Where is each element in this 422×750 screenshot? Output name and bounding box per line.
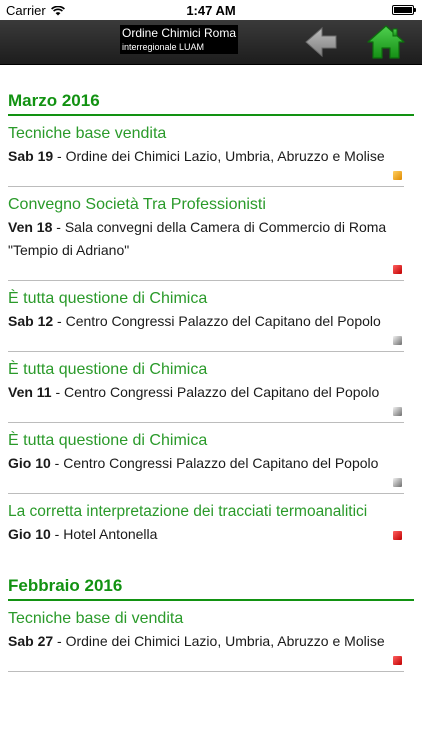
status-time: 1:47 AM — [186, 3, 236, 18]
event-title: Convegno Società Tra Professionisti — [8, 196, 266, 213]
event-title: È tutta questione di Chimica — [8, 432, 208, 449]
event-detail: Gio 10 - Hotel Antonella — [8, 526, 158, 542]
event-detail: Sab 27 - Ordine dei Chimici Lazio, Umbri… — [8, 633, 385, 649]
home-icon — [367, 25, 405, 59]
back-button[interactable] — [302, 25, 342, 59]
month-header: Febbraio 2016 — [8, 576, 414, 601]
event-item[interactable]: La corretta interpretazione dei tracciat… — [8, 494, 404, 552]
event-title: È tutta questione di Chimica — [8, 290, 208, 307]
event-day: Gio 10 — [8, 455, 51, 471]
event-item[interactable]: Tecniche base di vendita Sab 27 - Ordine… — [8, 601, 404, 672]
event-place: Centro Congressi Palazzo del Capitano de… — [64, 384, 380, 400]
event-day: Sab 19 — [8, 148, 54, 164]
event-day: Sab 12 — [8, 313, 54, 329]
event-place: Centro Congressi Palazzo del Capitano de… — [63, 455, 379, 471]
event-detail: Ven 18 - Sala convegni della Camera di C… — [8, 219, 387, 258]
events-list: Marzo 2016 Tecniche base vendita Sab 19 … — [0, 65, 422, 750]
status-indicator-icon — [393, 171, 402, 180]
event-place: Ordine dei Chimici Lazio, Umbria, Abruzz… — [65, 148, 385, 164]
event-item[interactable]: Tecniche base vendita Sab 19 - Ordine de… — [8, 116, 404, 187]
event-title: Tecniche base vendita — [8, 125, 167, 142]
event-day: Gio 10 — [8, 526, 51, 542]
event-place: Hotel Antonella — [63, 526, 158, 542]
event-item[interactable]: Convegno Società Tra Professionisti Ven … — [8, 187, 404, 281]
event-detail: Ven 11 - Centro Congressi Palazzo del Ca… — [8, 384, 380, 400]
event-day: Ven 18 — [8, 219, 53, 235]
event-place: Centro Congressi Palazzo del Capitano de… — [65, 313, 381, 329]
nav-title-line1: Ordine Chimici Roma — [122, 26, 237, 40]
back-arrow-icon — [305, 26, 337, 58]
event-title: È tutta questione di Chimica — [8, 361, 208, 378]
status-indicator-icon — [393, 531, 402, 540]
event-place: Sala convegni della Camera di Commercio … — [8, 219, 387, 258]
event-item[interactable]: È tutta questione di Chimica Ven 11 - Ce… — [8, 352, 404, 423]
battery-icon — [392, 5, 416, 15]
event-item[interactable]: È tutta questione di Chimica Gio 10 - Ce… — [8, 423, 404, 494]
nav-title: Ordine Chimici Roma interregionale LUAM — [120, 25, 239, 54]
event-day: Ven 11 — [8, 384, 52, 400]
nav-title-line2: interregionale LUAM — [122, 42, 205, 52]
status-bar: Carrier 1:47 AM — [0, 0, 422, 20]
navigation-bar: Ordine Chimici Roma interregionale LUAM — [0, 20, 422, 65]
event-detail: Sab 12 - Centro Congressi Palazzo del Ca… — [8, 313, 381, 329]
status-indicator-icon — [393, 478, 402, 487]
event-day: Sab 27 — [8, 633, 54, 649]
status-indicator-icon — [393, 407, 402, 416]
event-place: Ordine dei Chimici Lazio, Umbria, Abruzz… — [65, 633, 385, 649]
event-detail: Sab 19 - Ordine dei Chimici Lazio, Umbri… — [8, 148, 385, 164]
status-indicator-icon — [393, 656, 402, 665]
home-button[interactable] — [366, 23, 406, 61]
status-indicator-icon — [393, 336, 402, 345]
event-title: La corretta interpretazione dei tracciat… — [8, 503, 368, 520]
status-indicator-icon — [393, 265, 402, 274]
event-item[interactable]: È tutta questione di Chimica Sab 12 - Ce… — [8, 281, 404, 352]
event-title: Tecniche base di vendita — [8, 610, 184, 627]
event-detail: Gio 10 - Centro Congressi Palazzo del Ca… — [8, 455, 379, 471]
month-header: Marzo 2016 — [8, 91, 414, 116]
